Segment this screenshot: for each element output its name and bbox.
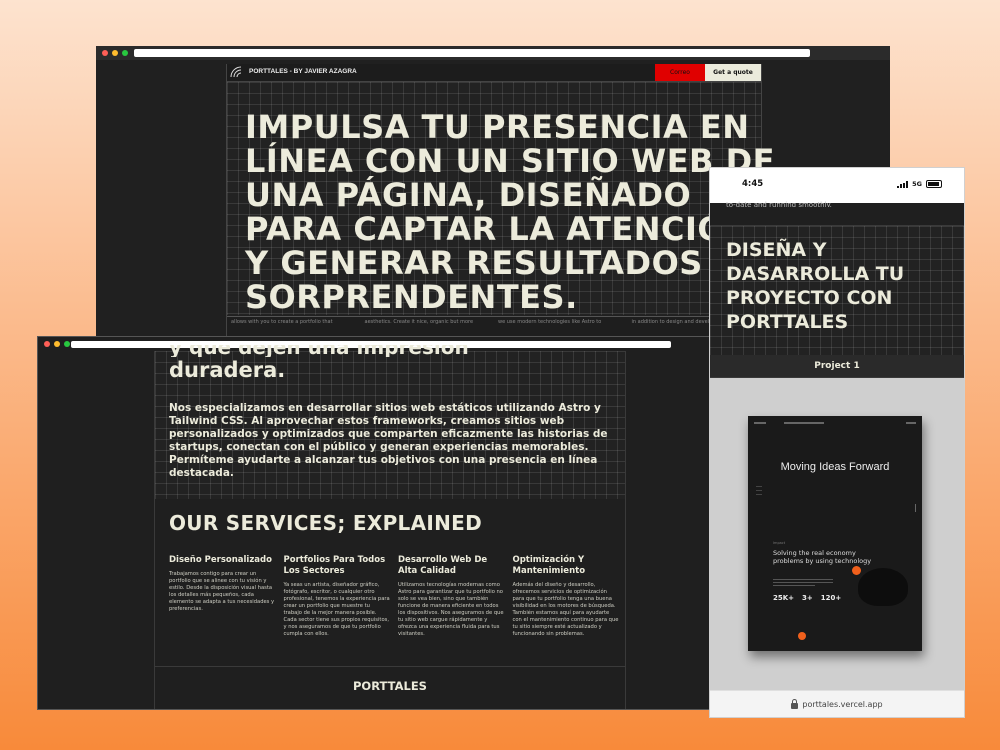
mockup-sidebar xyxy=(756,486,762,506)
mockup-nav xyxy=(754,422,916,427)
minimize-dot-icon[interactable] xyxy=(112,50,118,56)
lock-icon xyxy=(791,698,799,709)
window-controls xyxy=(102,50,128,56)
address-bar[interactable] xyxy=(134,49,810,57)
hero-section: DISEÑA Y DASARROLLA TU PROYECTO CON PORT… xyxy=(710,225,964,357)
site-footer: PORTTALES xyxy=(155,666,625,709)
service-title: Diseño Personalizado xyxy=(169,555,272,565)
mockup-dark-shape xyxy=(858,568,908,606)
service-card: Portfolios Para Todos Los Sectores Ya se… xyxy=(284,555,391,638)
hero-section: IMPULSA TU PRESENCIA EN LÍNEA CON UN SIT… xyxy=(227,82,775,315)
website-mobile: to-date and running smoothly. DISEÑA Y D… xyxy=(710,201,964,691)
services-list: Diseño Personalizado Trabajamos contigo … xyxy=(169,555,619,638)
url-text[interactable]: porttales.vercel.app xyxy=(802,700,882,709)
mockup-stat: 3+ xyxy=(802,594,813,602)
project-label[interactable]: Project 1 xyxy=(710,355,964,378)
get-quote-button[interactable]: Get a quote xyxy=(705,64,761,81)
service-card: Optimización Y Mantenimiento Además del … xyxy=(513,555,620,638)
service-card: Diseño Personalizado Trabajamos contigo … xyxy=(169,555,276,638)
status-bar: 4:45 5G xyxy=(710,168,964,203)
close-dot-icon[interactable] xyxy=(44,341,50,347)
service-card: Desarrollo Web De Alta Calidad Utilizamo… xyxy=(398,555,505,638)
project-preview[interactable]: Moving Ideas Forward Impact Solving the … xyxy=(710,378,964,691)
mockup-section-label: Impact xyxy=(773,541,786,545)
hero-section: y que dejen una impresión duradera. Nos … xyxy=(155,345,625,499)
maximize-dot-icon[interactable] xyxy=(122,50,128,56)
project-mockup-image: Moving Ideas Forward Impact Solving the … xyxy=(748,416,922,651)
site-brand[interactable]: PORTTALES - BY JAVIER AZAGRA xyxy=(249,68,357,75)
hero-title: DISEÑA Y DASARROLLA TU PROYECTO CON PORT… xyxy=(726,239,905,333)
service-title: Desarrollo Web De Alta Calidad xyxy=(398,555,488,576)
mobile-url-bar[interactable]: porttales.vercel.app xyxy=(710,690,964,717)
mockup-headline: Moving Ideas Forward xyxy=(780,461,890,473)
front-browser-window: y que dejen una impresión duradera. Nos … xyxy=(37,336,714,710)
service-title: Portfolios Para Todos Los Sectores xyxy=(283,555,386,576)
footer-brand[interactable]: PORTTALES xyxy=(155,679,625,693)
email-button[interactable]: Correo xyxy=(655,64,705,81)
mockup-scrollbar xyxy=(915,504,916,512)
intro-paragraph: Nos especializamos en desarrollar sitios… xyxy=(169,402,608,479)
website-desktop-scrolled: y que dejen una impresión duradera. Nos … xyxy=(154,345,626,709)
site-navbar: PORTTALES - BY JAVIER AZAGRA Correo Get … xyxy=(227,64,761,82)
network-label: 5G xyxy=(912,180,922,188)
minimize-dot-icon[interactable] xyxy=(54,341,60,347)
service-text: Además del diseño y desarrollo, ofrecemo… xyxy=(512,582,619,637)
window-controls xyxy=(44,341,70,347)
services-title: OUR SERVICES; EXPLAINED xyxy=(169,511,483,535)
status-time: 4:45 xyxy=(742,179,764,189)
maximize-dot-icon[interactable] xyxy=(64,341,70,347)
window-titlebar xyxy=(96,46,890,60)
hero-title-cut: y que dejen una impresión xyxy=(169,345,469,357)
mockup-stat: 120+ xyxy=(820,594,842,602)
mockup-body-lines xyxy=(773,579,833,591)
service-text: Utilizamos tecnologías modernas como Ast… xyxy=(398,582,504,637)
mockup-orange-orb-small xyxy=(798,632,806,640)
service-text: Trabajamos contigo para crear un portfol… xyxy=(169,571,275,612)
mockup-stats: 25K+ 3+ 120+ xyxy=(773,594,841,602)
battery-icon xyxy=(926,180,942,188)
feature-strip-text: aesthetics. Create it nice, organic but … xyxy=(364,319,474,325)
service-text: Ya seas un artista, diseñador gráfico, f… xyxy=(283,582,390,637)
hero-title-end: duradera. xyxy=(169,358,286,382)
feature-strip-text: allows with you to create a portfolio th… xyxy=(231,319,333,325)
status-icons: 5G xyxy=(897,180,942,188)
previous-text-cut: to-date and running smoothly. xyxy=(726,201,832,207)
mockup-stat: 25K+ xyxy=(773,594,795,602)
website-desktop: PORTTALES - BY JAVIER AZAGRA Correo Get … xyxy=(226,64,775,346)
close-dot-icon[interactable] xyxy=(102,50,108,56)
feature-strip-text: we use modern technologies like Astro to xyxy=(498,319,602,325)
mockup-subhead: Solving the real economy problems by usi… xyxy=(773,549,872,565)
signal-icon xyxy=(897,180,909,188)
mobile-device: 4:45 5G to-date and running smoothly. DI… xyxy=(709,167,965,718)
mockup-orange-orb xyxy=(852,566,861,575)
brand-logo-icon[interactable] xyxy=(230,66,244,78)
service-title: Optimización Y Mantenimiento xyxy=(512,555,586,576)
